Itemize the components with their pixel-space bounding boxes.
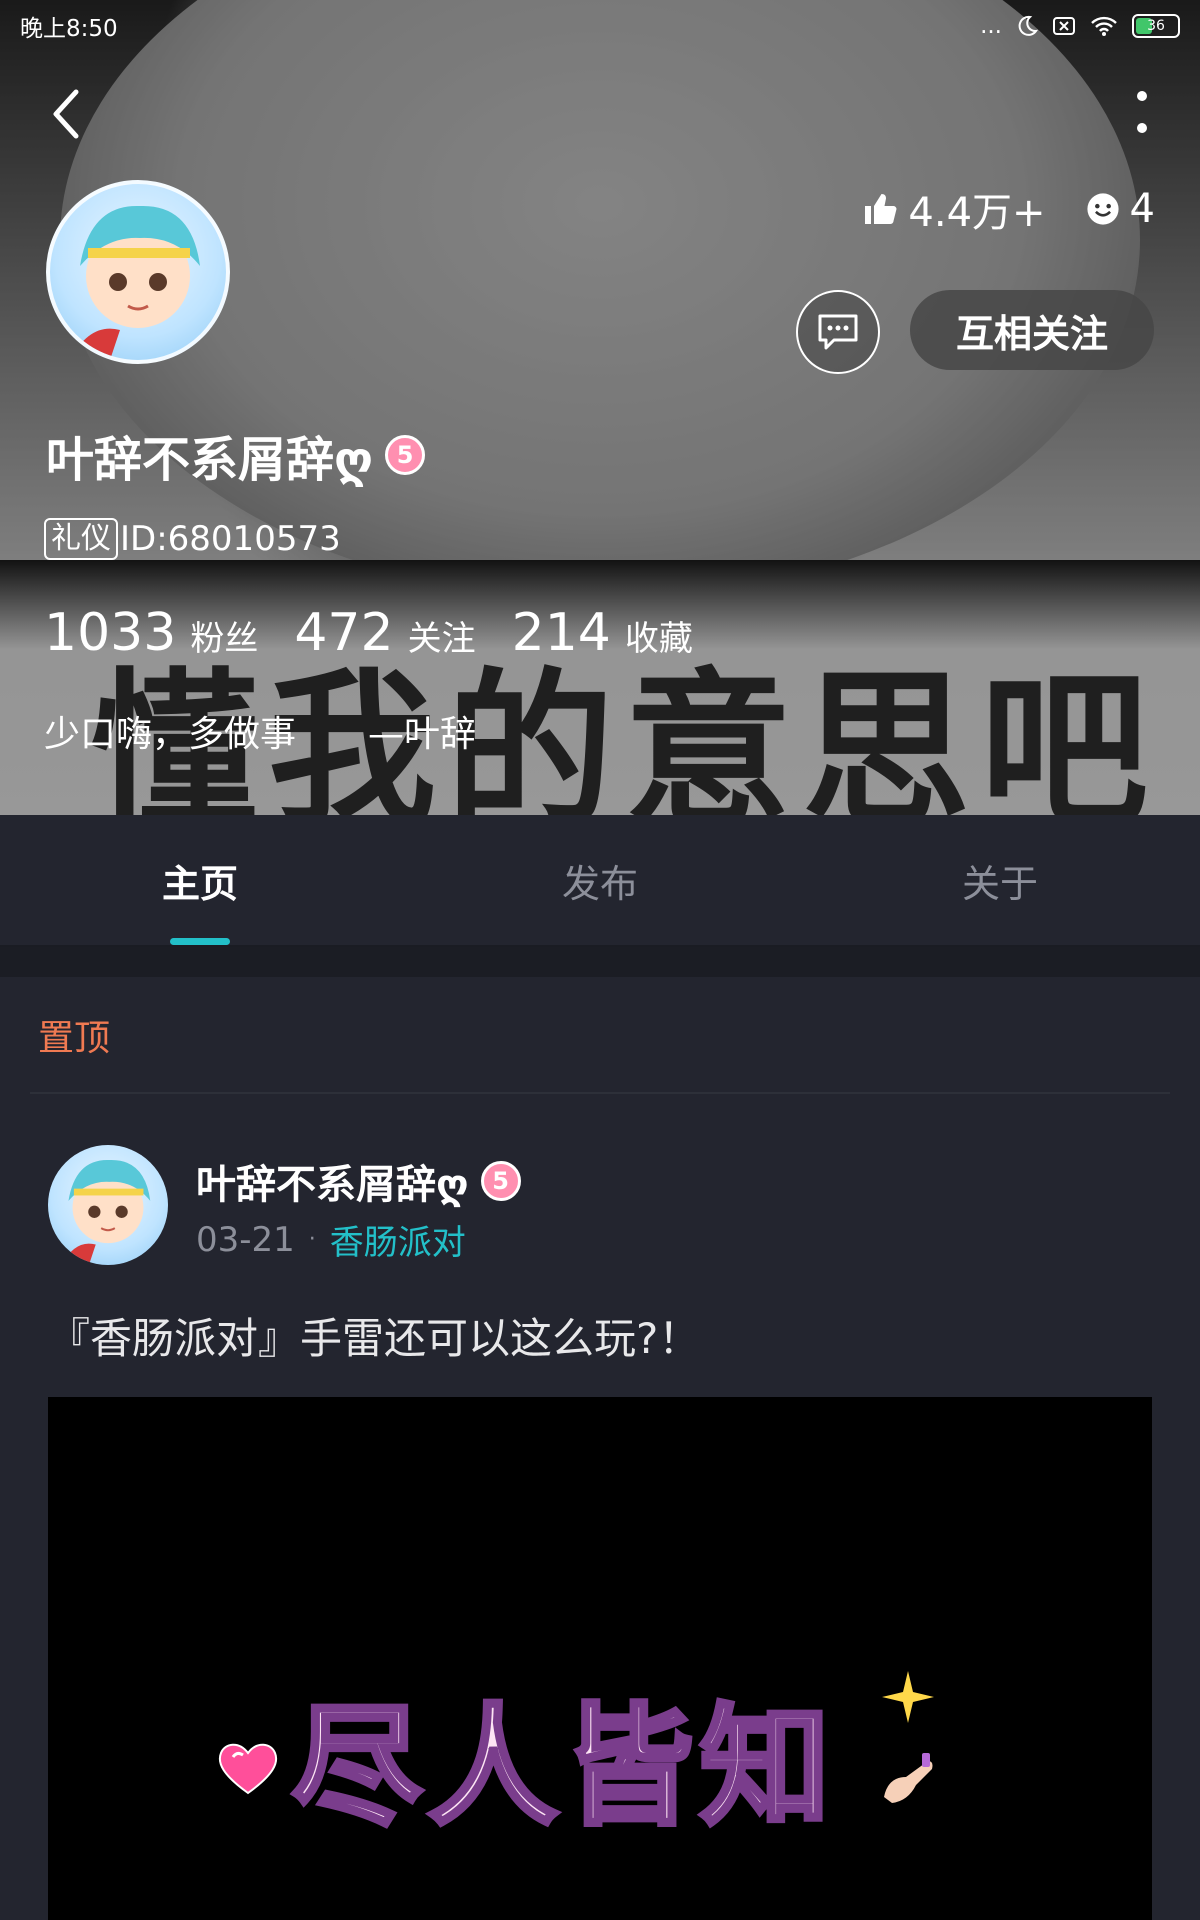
profile-name: 叶辞不系屑辞ღ bbox=[46, 432, 374, 488]
message-button[interactable] bbox=[796, 290, 880, 374]
battery-icon: 36 bbox=[1132, 14, 1180, 38]
post-author-name[interactable]: 叶辞不系屑辞ღ bbox=[196, 1152, 469, 1210]
status-dots: ... bbox=[980, 13, 1002, 39]
pinned-label: 置顶 bbox=[38, 1017, 111, 1059]
profile-name-row: 叶辞不系屑辞ღ 5 bbox=[46, 420, 426, 490]
tab-home[interactable]: 主页 bbox=[0, 815, 400, 945]
tab-about[interactable]: 关于 bbox=[800, 815, 1200, 945]
fans-count[interactable]: 1033 粉丝 bbox=[44, 603, 258, 663]
profile-id: ID:68010573 bbox=[120, 519, 341, 559]
level-badge: 5 bbox=[385, 435, 426, 475]
sparkle-icon bbox=[882, 1671, 934, 1723]
following-count[interactable]: 472 关注 bbox=[294, 603, 475, 663]
post-author-avatar[interactable] bbox=[48, 1145, 168, 1265]
status-bar: 晚上8:50 ... 36 bbox=[0, 0, 1200, 52]
pinned-header: 置顶 bbox=[0, 977, 1200, 1092]
profile-reactions: 4.4万+ 4 bbox=[862, 180, 1155, 238]
post-date: 03-21 bbox=[196, 1219, 295, 1260]
nail-polish-hand-icon bbox=[884, 1753, 933, 1803]
wifi-icon bbox=[1091, 16, 1117, 36]
post-title[interactable]: 『香肠派对』手雷还可以这么玩?！ bbox=[48, 1305, 700, 1366]
moon-icon bbox=[1018, 15, 1038, 36]
profile-counts: 1033 粉丝 472 关注 214 收藏 bbox=[44, 603, 693, 663]
sim-off-icon bbox=[1053, 17, 1075, 35]
video-caption: 尽人皆知 bbox=[289, 1689, 837, 1846]
profile-id-row: 礼仪 ID:68010573 bbox=[44, 518, 341, 560]
post-author-row: 叶辞不系屑辞ღ 5 bbox=[196, 1152, 521, 1210]
more-options-icon[interactable] bbox=[1130, 88, 1154, 138]
heart-icon bbox=[218, 1743, 278, 1795]
post-meta: 03-21 · 香肠派对 bbox=[196, 1215, 466, 1264]
smile-icon bbox=[1086, 193, 1119, 225]
likes-stat: 4.4万+ bbox=[862, 180, 1046, 238]
emoji-stat: 4 bbox=[1086, 186, 1155, 232]
avatar-illustration bbox=[61, 1159, 151, 1265]
post-video[interactable]: 尽人皆知 bbox=[48, 1397, 1152, 1920]
avatar-illustration bbox=[70, 205, 200, 360]
profile-banner: 懂我的意思吧 bbox=[0, 0, 1200, 815]
favorites-count[interactable]: 214 收藏 bbox=[512, 603, 693, 663]
status-time: 晚上8:50 bbox=[20, 16, 118, 42]
tab-posts[interactable]: 发布 bbox=[400, 815, 800, 945]
thumbs-up-icon bbox=[865, 194, 897, 224]
meta-separator: · bbox=[308, 1227, 316, 1252]
level-badge: 5 bbox=[480, 1161, 521, 1201]
back-arrow-icon[interactable] bbox=[46, 86, 86, 142]
role-tag: 礼仪 bbox=[44, 518, 118, 560]
profile-tabs: 主页 发布 关于 bbox=[0, 815, 1200, 947]
chat-bubble-icon bbox=[818, 314, 858, 350]
divider bbox=[30, 1092, 1170, 1094]
profile-avatar[interactable] bbox=[46, 180, 230, 364]
mutual-follow-button[interactable]: 互相关注 bbox=[910, 290, 1154, 370]
profile-bio: 少口嗨，多做事 —叶辞 bbox=[44, 714, 477, 755]
post-topic-link[interactable]: 香肠派对 bbox=[330, 1215, 466, 1264]
